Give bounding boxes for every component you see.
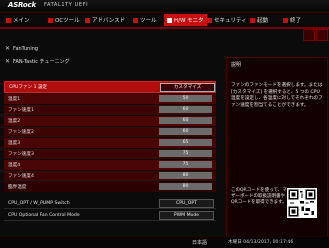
home-icon [6, 17, 11, 23]
brand-logo: ASRock [8, 1, 36, 9]
tab-boot-label: 起動 [257, 18, 269, 24]
fan-setting-header-row[interactable]: CPUファン 1 設定 カスタマイズ [4, 81, 216, 93]
fan-row-label: ファン速度4 [8, 174, 34, 179]
settings-icon[interactable] [316, 29, 328, 41]
qr-code-icon [287, 188, 317, 218]
fan-row-speed1[interactable]: ファン速度1 60 [4, 105, 216, 115]
fan-row-value[interactable]: 75 [159, 150, 212, 157]
cpu-optional-fan-mode-row[interactable]: CPU Optional Fan Control Mode PWM Mode [4, 210, 216, 221]
tools-icon [133, 17, 138, 23]
description-text: ファンのファンモードを選択します。または [カスタマイズ] を選択すると、5 つ… [231, 83, 323, 108]
tab-exit[interactable]: 終了 [283, 14, 301, 26]
fan-icon: ✕ [5, 45, 11, 52]
fan-row-temp2[interactable]: 温度2 60 [4, 116, 216, 126]
tab-tools-label: ツール [140, 18, 157, 24]
description-panel: 説明 ファンのファンモードを選択します。または [カスタマイズ] を選択すると、… [226, 57, 328, 245]
fan-row-critical-temp[interactable]: 臨界温度 80 [4, 182, 216, 192]
fan-row-label: ファン速度1 [8, 108, 34, 113]
tab-tools[interactable]: ツール [133, 14, 157, 26]
fan-icon: ✕ [5, 58, 11, 65]
fan-row-label: 温度3 [8, 141, 21, 146]
qr-description-text: このQRコードを使って、マザーボードの取扱説明書やQRコードを取得できます。 [231, 188, 287, 206]
tab-security[interactable]: セキュリティ [207, 14, 247, 26]
cpu-optional-fan-mode-label: CPU Optional Fan Control Mode [8, 212, 80, 218]
cpu-opt-switch-select[interactable]: CPU_OPT [159, 199, 214, 208]
tab-advanced-label: アドバンスド [92, 18, 126, 24]
datetime-display: 木曜日 04/13/2017, 00:17:46 [228, 240, 294, 245]
oc-icon [48, 17, 53, 23]
language-selector[interactable]: 日本語 [192, 239, 207, 246]
fan-row-label: 温度1 [8, 97, 21, 102]
favorite-icon[interactable] [303, 29, 315, 41]
fan-row-temp3[interactable]: 温度3 65 [4, 138, 216, 148]
tab-main-label: メイン [13, 18, 30, 24]
fan-row-label: ファン速度2 [8, 130, 34, 135]
fan-row-value[interactable]: 65 [159, 139, 212, 146]
fan-row-value[interactable]: 60 [159, 128, 212, 135]
fan-row-value[interactable]: 80 [159, 172, 212, 179]
fan-row-speed2[interactable]: ファン速度2 60 [4, 127, 216, 137]
tab-hw-monitor-label: H/W モニタ [174, 18, 204, 24]
tab-oc-tools-label: OCツール [55, 18, 80, 24]
cpu-opt-switch-row[interactable]: CPU_OPT / W_PUMP Switch CPU_OPT [4, 198, 216, 209]
power-icon [250, 17, 255, 23]
fan-settings-panel: CPUファン 1 設定 カスタマイズ 温度1 50 ファン速度1 60 温度2 … [4, 81, 216, 193]
menu-item-fantuning-label: FanTuning [13, 45, 39, 52]
fan-row-value[interactable]: 50 [159, 95, 212, 102]
fan-row-temp1[interactable]: 温度1 50 [4, 94, 216, 104]
main-tabs: メイン OCツール アドバンスド ツール H/W モニタ セキュリティ 起動 終… [0, 13, 329, 29]
tab-security-label: セキュリティ [214, 18, 247, 24]
advanced-icon [85, 17, 90, 23]
fan-row-label: 温度2 [8, 119, 21, 124]
brand-line: FATAL1TY UEFI [44, 2, 89, 8]
tab-exit-label: 終了 [290, 18, 302, 24]
fan-row-value[interactable]: 80 [159, 183, 212, 190]
monitor-icon [167, 17, 172, 23]
tab-hw-monitor[interactable]: H/W モニタ [164, 14, 207, 26]
fan-row-speed4[interactable]: ファン速度4 80 [4, 171, 216, 181]
menu-item-fantuning[interactable]: ✕ FanTuning [5, 45, 38, 52]
fan-row-label: 臨界温度 [8, 185, 27, 190]
fan-row-temp4[interactable]: 温度4 75 [4, 160, 216, 170]
menu-item-fan-tastic-label: FAN-Tastic チューニング [13, 59, 70, 65]
exit-icon [283, 17, 288, 23]
fan-row-value[interactable]: 75 [159, 161, 212, 168]
description-title: 説明 [231, 62, 242, 68]
cpu-optional-fan-mode-select[interactable]: PWM Mode [159, 211, 214, 220]
fan-row-label: 温度4 [8, 163, 21, 168]
fan-row-value[interactable]: 60 [159, 117, 212, 124]
fan-row-speed3[interactable]: ファン速度3 75 [4, 149, 216, 159]
status-bar: 日本語 木曜日 04/13/2017, 00:17:46 [0, 236, 329, 248]
top-bar: ASRock FATAL1TY UEFI [0, 0, 329, 13]
tab-oc-tools[interactable]: OCツール [48, 14, 80, 26]
lower-settings: CPU_OPT / W_PUMP Switch CPU_OPT CPU Opti… [4, 198, 216, 222]
fan-mode-select[interactable]: カスタマイズ [160, 83, 215, 92]
shield-icon [207, 17, 212, 23]
cpu-opt-switch-label: CPU_OPT / W_PUMP Switch [8, 200, 70, 206]
tab-boot[interactable]: 起動 [250, 14, 268, 26]
fan-row-label: ファン速度3 [8, 152, 34, 157]
menu-item-fan-tastic[interactable]: ✕ FAN-Tastic チューニング [5, 58, 70, 65]
tab-main[interactable]: メイン [6, 14, 30, 26]
fan-row-value[interactable]: 60 [159, 106, 212, 113]
tab-advanced[interactable]: アドバンスド [85, 14, 125, 26]
fan-setting-label: CPUファン 1 設定 [9, 85, 48, 90]
